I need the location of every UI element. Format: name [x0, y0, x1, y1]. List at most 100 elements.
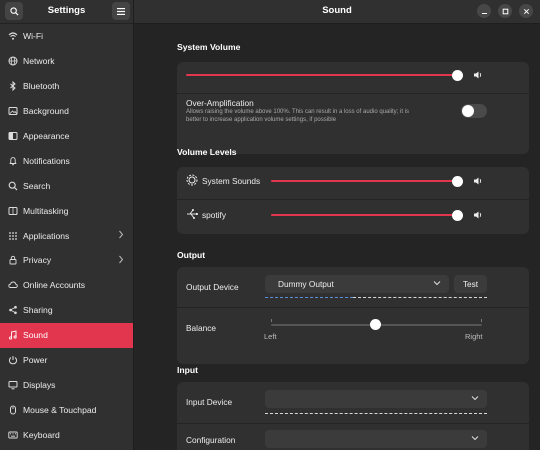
system-sounds-label: System Sounds [202, 176, 261, 186]
sidebar-item-label: Privacy [23, 255, 52, 266]
applications-icon [9, 231, 17, 240]
sidebar-item-sharing[interactable]: Sharing [0, 298, 133, 323]
gear-sound-icon [186, 174, 198, 186]
balance-knob[interactable] [370, 319, 381, 330]
test-button[interactable]: Test [454, 275, 487, 293]
minimize-button[interactable] [477, 4, 491, 18]
system-volume-slider[interactable] [186, 74, 459, 76]
sidebar-item-search[interactable]: Search [0, 173, 133, 198]
speaker-icon [474, 71, 482, 79]
multitasking-icon [8, 206, 18, 215]
sidebar-item-label: Displays [23, 379, 56, 390]
chevron-down-icon [471, 436, 479, 441]
sidebar-item-notifications[interactable]: Notifications [0, 148, 133, 173]
sound-panel: System Volume Over-Amplification Allows … [134, 24, 540, 450]
sidebar-item-sound[interactable]: Sound [0, 322, 133, 348]
sidebar-item-label: Bluetooth [23, 81, 60, 92]
output-device-dropdown[interactable]: Dummy Output [265, 275, 449, 293]
sidebar-item-mouse-touchpad[interactable]: Mouse & Touchpad [0, 397, 133, 422]
system-volume-knob[interactable] [452, 69, 463, 81]
spotify-knob[interactable] [452, 209, 463, 221]
mouse-icon [10, 405, 16, 415]
system-sounds-slider[interactable] [271, 180, 459, 182]
over-amplification-toggle[interactable] [461, 104, 487, 118]
sidebar-item-privacy[interactable]: Privacy [0, 248, 133, 273]
toggle-knob [462, 105, 474, 117]
balance-tick [481, 319, 482, 322]
sidebar-item-power[interactable]: Power [0, 348, 133, 373]
sidebar-item-displays[interactable]: Displays [0, 372, 133, 397]
privacy-icon [9, 256, 17, 265]
divider [177, 307, 529, 308]
over-amplification-note-line1: Allows raising the volume above 100%. Th… [186, 109, 410, 115]
input-heading: Input [177, 365, 198, 375]
sidebar-item-keyboard[interactable]: Keyboard [0, 422, 133, 447]
sidebar-item-background[interactable]: Background [0, 99, 133, 124]
divider [177, 93, 529, 94]
wifi-icon [8, 32, 18, 41]
main-menu-button[interactable] [112, 2, 130, 20]
sidebar-item-label: Sharing [23, 305, 53, 316]
online-accounts-icon [8, 281, 18, 289]
maximize-icon [502, 8, 508, 14]
header-bar: Sound [134, 0, 540, 24]
background-icon [8, 107, 18, 116]
close-icon [523, 8, 529, 14]
system-sounds-knob[interactable] [452, 175, 463, 187]
sidebar-item-applications[interactable]: Applications [0, 223, 133, 248]
sidebar-item-label: Wi-Fi [23, 31, 44, 42]
sidebar-item-label: Online Accounts [23, 280, 86, 291]
sidebar-item-label: Mouse & Touchpad [23, 404, 97, 415]
sidebar-item-online-accounts[interactable]: Online Accounts [0, 273, 133, 298]
sidebar-item-label: Sound [23, 330, 48, 341]
minimize-icon [481, 12, 487, 14]
maximize-button[interactable] [498, 4, 512, 18]
sidebar-item-network[interactable]: Network [0, 49, 133, 74]
keyboard-icon [8, 431, 18, 439]
chevron-right-icon [119, 255, 124, 264]
network-icon [8, 56, 18, 66]
sidebar-header: Settings [0, 0, 133, 24]
input-device-label: Input Device [186, 397, 233, 407]
sidebar-item-multitasking[interactable]: Multitasking [0, 198, 133, 223]
input-device-dropdown[interactable] [265, 390, 487, 408]
speaker-icon [474, 177, 482, 185]
balance-tick [271, 319, 272, 322]
configuration-dropdown[interactable] [265, 430, 487, 448]
sidebar-item-label: Power [23, 355, 48, 366]
sidebar-item-bluetooth[interactable]: Bluetooth [0, 74, 133, 99]
system-volume-heading: System Volume [177, 42, 241, 52]
appearance-icon [8, 132, 18, 140]
divider [177, 423, 529, 424]
output-device-label: Output Device [186, 282, 239, 292]
sidebar-item-label: Keyboard [23, 429, 60, 440]
sidebar-item-label: Background [23, 106, 69, 117]
volume-levels-heading: Volume Levels [177, 147, 237, 157]
sidebar-list: Wi-Fi Network Bluetooth Background Appea… [0, 24, 133, 447]
sidebar-item-label: Applications [23, 230, 70, 241]
output-level-indicator [353, 297, 487, 298]
balance-right-label: Right [465, 332, 483, 341]
chevron-down-icon [433, 281, 441, 286]
balance-left-label: Left [264, 332, 277, 341]
bluetooth-icon [10, 81, 16, 92]
spotify-slider[interactable] [271, 214, 459, 216]
output-heading: Output [177, 250, 206, 260]
output-level-indicator [265, 297, 353, 298]
spotify-icon [187, 209, 198, 219]
display-icon [8, 380, 18, 390]
sidebar-item-label: Multitasking [23, 205, 69, 216]
close-button[interactable] [519, 4, 533, 18]
spotify-label: spotify [202, 210, 226, 220]
sidebar-item-label: Network [23, 56, 55, 67]
sidebar-item-label: Search [23, 180, 51, 191]
sidebar-item-appearance[interactable]: Appearance [0, 124, 133, 149]
sidebar-item-wifi[interactable]: Wi-Fi [0, 24, 133, 49]
sidebar-item-label: Notifications [23, 155, 70, 166]
settings-window: Settings Wi-Fi Network Bluetooth Backgro… [0, 0, 540, 450]
output-device-value: Dummy Output [278, 279, 334, 289]
balance-label: Balance [186, 323, 216, 333]
input-level-indicator [265, 413, 487, 414]
configuration-label: Configuration [186, 435, 236, 445]
speaker-icon [474, 211, 482, 219]
